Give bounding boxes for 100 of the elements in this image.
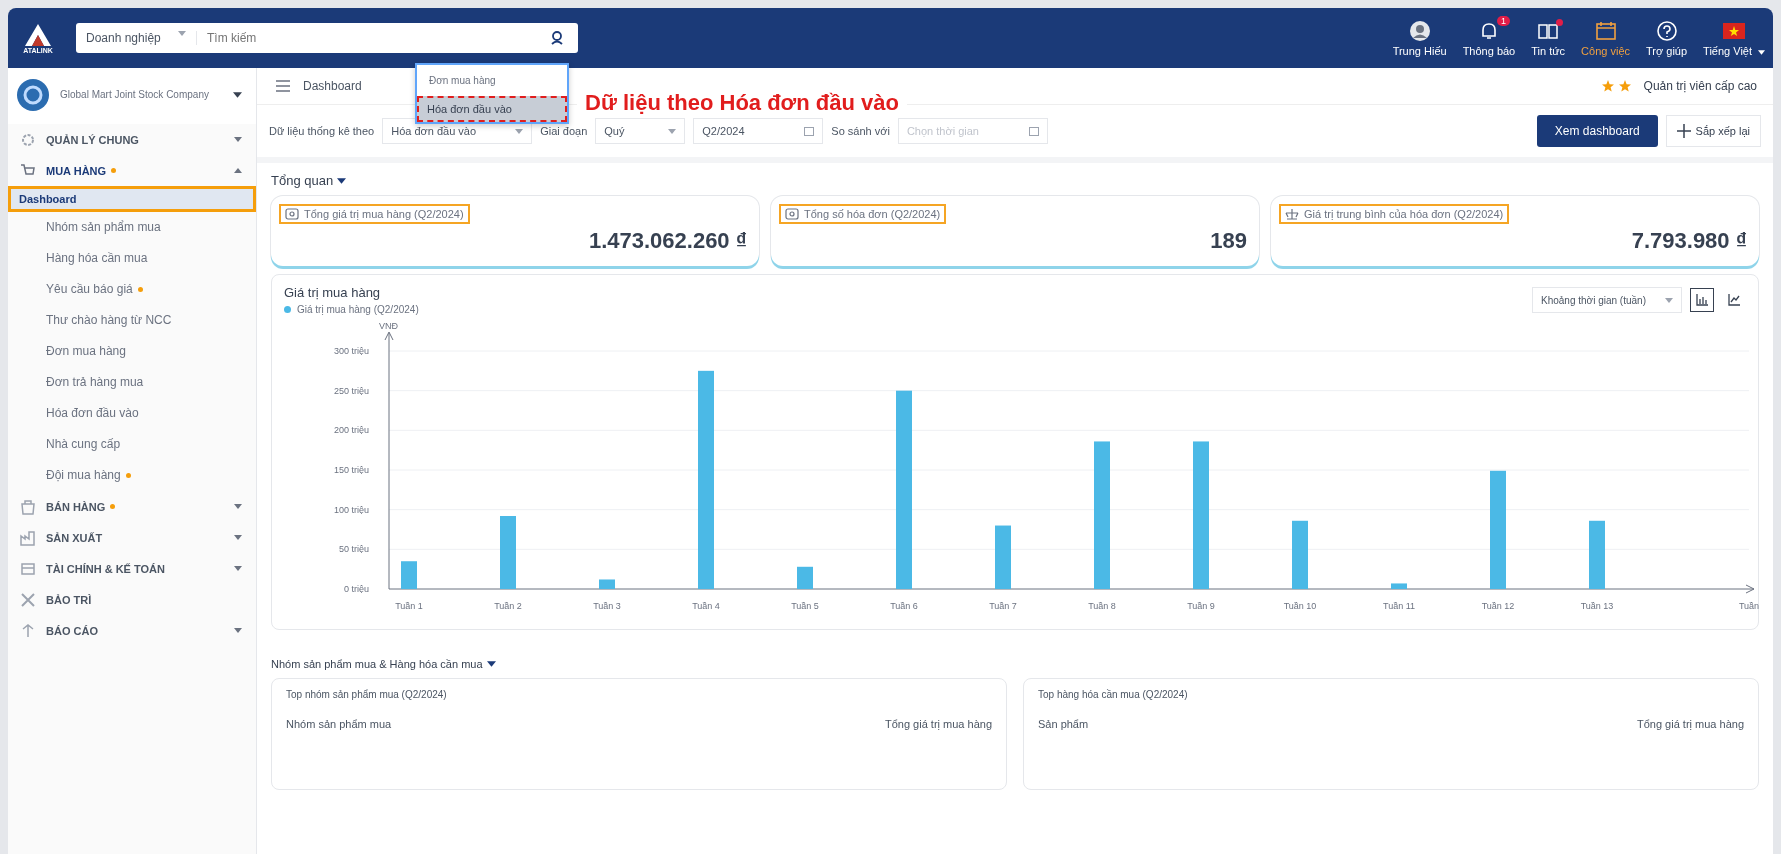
sidebar-item[interactable]: Nhóm sản phẩm mua [8,212,256,243]
sidebar-item[interactable]: Đơn trả hàng mua [8,367,256,398]
x-tick-label: Tuần 9 [1187,601,1215,611]
chart-type-toggle[interactable] [1690,288,1714,312]
notification-badge: 1 [1496,16,1510,26]
flag-icon [1723,23,1746,39]
sidebar-item[interactable]: Đơn mua hàng [8,336,256,367]
rearrange-button[interactable]: Sắp xếp lại [1665,115,1761,147]
y-tick-label: 250 triệu [333,385,369,396]
x-tick-label: Tuần 13 [1580,601,1614,611]
breadcrumb: Dashboard [303,79,362,93]
sidebar-item[interactable]: Hóa đơn đầu vào [8,398,256,429]
sidebar-item[interactable]: Yêu cầu báo giá [8,274,256,305]
status-dot [111,168,117,173]
calendar-icon [1594,20,1617,42]
caret-icon [234,566,242,571]
caret-icon [486,661,496,667]
caret-icon [234,628,242,633]
view-dashboard-button[interactable]: Xem dashboard [1536,115,1658,147]
status-dot [110,504,116,509]
x-tick-label: Tuần 5 [791,601,819,611]
axis-end-label: Tuần [1738,601,1760,611]
y-tick-label: 100 triệu [333,504,369,515]
header-action[interactable]: Tiếng Việt [1703,19,1765,57]
filter-label: Dữ liệu thống kê theo [269,125,375,137]
x-tick-label: Tuần 10 [1283,601,1317,611]
stat-value: 7.793.980 ₫ [1630,228,1747,254]
panel-title: Top nhóm sản phẩm mua (Q2/2024) [286,689,448,700]
column-header: Tổng giá trị mua hàng [1637,718,1744,730]
x-tick-label: Tuần 3 [593,601,621,611]
card-title: Giá trị trung bình của hóa đơn (Q2/2024) [1279,204,1510,224]
caret-icon [234,535,242,540]
caret-icon [337,177,347,184]
banknote-icon [785,208,799,220]
caret-icon [234,168,242,173]
header-action[interactable]: Trợ giúp [1646,19,1688,57]
x-tick-label: Tuần 2 [494,601,522,611]
x-tick-label: Tuần 6 [890,601,918,611]
sidebar-section[interactable]: MUA HÀNG [8,155,256,186]
x-tick-label: Tuần 1 [395,601,423,611]
card-title: Tổng số hóa đơn (Q2/2024) [779,204,947,224]
section-title[interactable]: Nhóm sản phẩm mua & Hàng hóa cần mua [271,658,496,670]
triangle-logo-icon [24,22,52,47]
date-field[interactable]: Q2/2024 [693,118,824,144]
column-header: Tổng giá trị mua hàng [885,718,992,730]
sidebar-section[interactable]: SẢN XUẤT [8,522,256,553]
sidebar-section[interactable]: BÁO CÁO [8,615,256,646]
x-tick-label: Tuần 7 [989,601,1017,611]
sidebar-item[interactable]: Nhà cung cấp [8,429,256,460]
header-action[interactable]: Công việc [1581,19,1631,57]
sidebar-section[interactable]: BẢO TRÌ [8,584,256,615]
y-tick-label: 200 triệu [333,425,369,436]
period-select[interactable]: Quý [595,118,686,144]
calendar-icon [1028,126,1039,136]
sidebar-section[interactable]: BÁN HÀNG [8,491,256,522]
caret-icon [234,137,242,142]
role-label: Quản trị viên cấp cao [1643,79,1757,93]
filter-label: So sánh với [831,125,890,137]
header-action[interactable]: Trung Hiếu [1392,19,1447,57]
filter-label: Giai đoạn [540,125,588,137]
scale-icon [1285,208,1299,220]
sidebar-item[interactable]: Thư chào hàng từ NCC [8,305,256,336]
chart-legend: Giá trị mua hàng (Q2/2024) [284,304,419,315]
card-title: Tổng giá trị mua hàng (Q2/2024) [279,204,470,224]
caret-icon [234,504,242,509]
avatar-icon [1408,20,1431,42]
line-chart-icon [1728,294,1740,306]
sidebar-section[interactable]: TÀI CHÍNH & KẾ TOÁN [8,553,256,584]
column-header: Nhóm sản phẩm mua [286,718,392,730]
company-name[interactable]: Global Mart Joint Stock Company [60,87,223,103]
search-field[interactable]: Doanh nghiệp Tìm kiếm [76,23,578,53]
sidebar-item[interactable]: Hàng hóa cần mua [8,243,256,274]
stat-value: 189 [1209,228,1247,254]
sidebar-item[interactable]: Dashboard [8,186,256,212]
y-tick-label: 150 triệu [333,465,369,475]
y-tick-label: 50 triệu [338,544,369,555]
unread-dot [1556,19,1564,26]
panel-title: Top hàng hóa cần mua (Q2/2024) [1038,689,1189,700]
caret-icon[interactable] [233,92,242,98]
two-stars-icon [1601,79,1632,93]
sidebar-item[interactable]: Đội mua hàng [8,460,256,491]
x-tick-label: Tuần 8 [1088,601,1116,611]
stat-value: 1.473.062.260 ₫ [587,228,747,254]
y-axis-label: VNĐ [379,321,398,331]
bar-chart-icon [1696,294,1708,306]
x-tick-label: Tuần 12 [1481,601,1515,611]
sidebar-section[interactable]: QUẢN LÝ CHUNG [8,124,256,155]
caret-icon [1758,50,1765,55]
dropdown-option[interactable]: Hóa đơn đầu vào [417,96,567,122]
banknote-icon [285,208,299,220]
section-title[interactable]: Tổng quan [271,173,347,188]
data-source-select[interactable]: Hóa đơn đầu vào [382,118,533,144]
interval-select[interactable]: Khoảng thời gian (tuần) [1532,287,1682,313]
header-action[interactable]: Tin tức [1531,19,1566,57]
chart-title: Giá trị mua hàng [284,285,382,300]
header-action[interactable]: 1 Thông báo [1462,19,1516,57]
caret-icon [1665,297,1673,303]
caret-icon [515,128,524,134]
dropdown-option[interactable]: Đơn mua hàng [417,65,567,96]
x-tick-label: Tuần 11 [1383,601,1415,611]
